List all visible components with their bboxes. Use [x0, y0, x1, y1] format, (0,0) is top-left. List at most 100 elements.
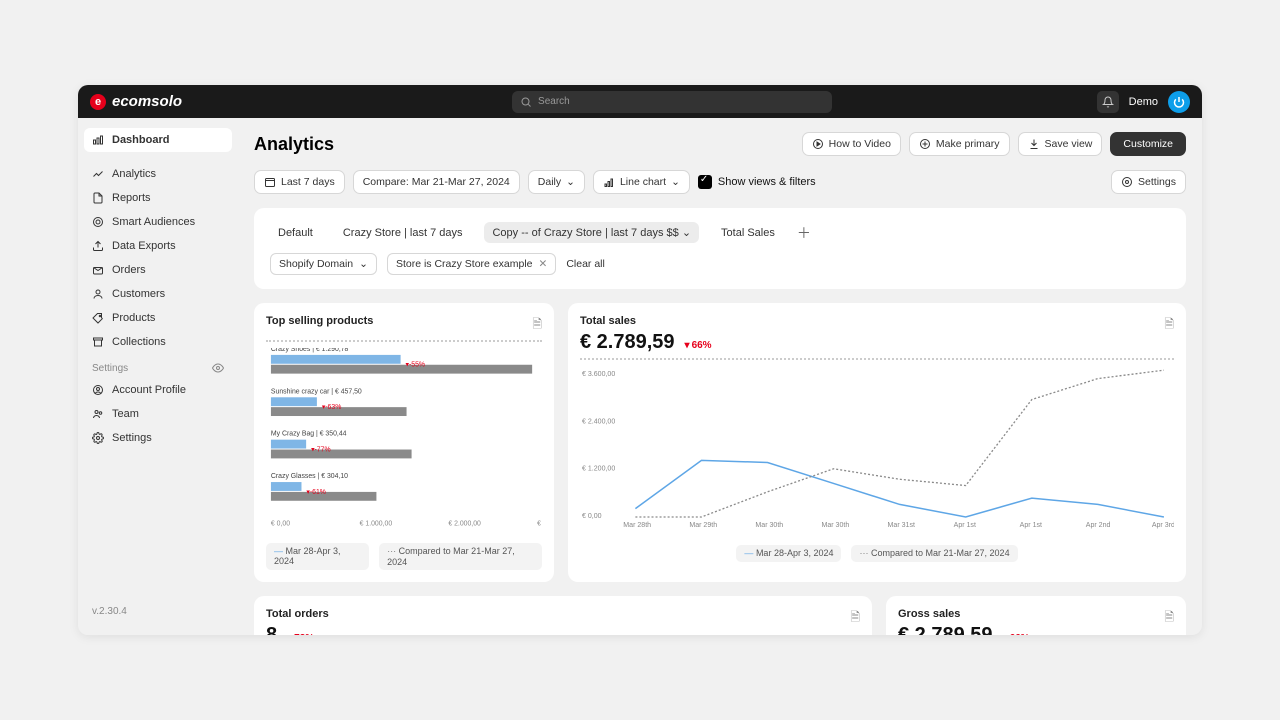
tag-icon — [92, 312, 104, 324]
search-placeholder: Search — [538, 96, 570, 107]
sidebar-item-label: Settings — [112, 432, 152, 444]
how-to-video-label: How to Video — [829, 138, 891, 150]
sidebar-item-label: Orders — [112, 264, 146, 276]
bell-icon — [1102, 96, 1114, 108]
metric-delta: 66% — [685, 340, 712, 351]
app-window: e ecomsolo Search Demo Dashboard Analyti… — [78, 85, 1202, 635]
svg-text:Apr 1st: Apr 1st — [954, 522, 976, 529]
sidebar-item-reports[interactable]: Reports — [84, 186, 232, 210]
topbar-right: Demo — [1097, 91, 1190, 113]
search-icon — [520, 96, 532, 108]
top-bar: e ecomsolo Search Demo — [78, 85, 1202, 118]
top-products-chart: Crazy Shoes | € 1.290,78 ▾-55% Sunshine cr… — [266, 348, 542, 535]
user-label[interactable]: Demo — [1129, 96, 1158, 108]
svg-text:Mar 30th: Mar 30th — [822, 522, 850, 529]
dashboard-icon — [92, 134, 104, 146]
customize-button[interactable]: Customize — [1110, 132, 1186, 156]
compare-label: Compare: Mar 21-Mar 27, 2024 — [363, 176, 510, 188]
notifications-button[interactable] — [1097, 91, 1119, 113]
close-icon[interactable]: ✕ — [539, 258, 548, 270]
sidebar-item-dashboard[interactable]: Dashboard — [84, 128, 232, 152]
add-tab-button[interactable]: ＋ — [797, 223, 811, 243]
archive-icon — [92, 336, 104, 348]
metric-value: € 2.789,59 — [580, 331, 675, 354]
chart-type-pill[interactable]: Line chart⌄ — [593, 170, 690, 194]
power-icon — [1173, 96, 1185, 108]
sidebar-item-label: Products — [112, 312, 155, 324]
svg-text:▾-55%: ▾-55% — [406, 362, 426, 369]
show-views-checkbox[interactable] — [698, 175, 712, 189]
svg-text:Mar 31st: Mar 31st — [888, 522, 915, 529]
gear-icon — [92, 432, 104, 444]
granularity-pill[interactable]: Daily⌄ — [528, 170, 585, 194]
search-input[interactable]: Search — [512, 91, 832, 113]
team-icon — [92, 408, 104, 420]
tab-copy-crazy-store[interactable]: Copy -- of Crazy Store | last 7 days $$ … — [484, 222, 699, 243]
tab-crazy-store[interactable]: Crazy Store | last 7 days — [335, 223, 471, 243]
views-panel: Default Crazy Store | last 7 days Copy -… — [254, 208, 1186, 289]
show-views-toggle[interactable]: Show views & filters — [698, 175, 816, 189]
svg-text:Apr 3rd: Apr 3rd — [1152, 522, 1174, 529]
sidebar-item-collections[interactable]: Collections — [84, 330, 232, 354]
show-views-label: Show views & filters — [718, 176, 816, 188]
svg-text:Sunshine crazy car | € 457,50: Sunshine crazy car | € 457,50 — [271, 388, 362, 395]
view-settings-label: Settings — [1138, 176, 1176, 188]
compare-pill[interactable]: Compare: Mar 21-Mar 27, 2024 — [353, 170, 520, 194]
line-chart-icon — [603, 176, 615, 188]
export-icon[interactable]: 🗎 — [532, 315, 542, 336]
card-total-sales: Total sales € 2.789,59 66% 🗎 € 3.600,00€… — [568, 303, 1186, 582]
how-to-video-button[interactable]: How to Video — [802, 132, 901, 156]
export-icon[interactable]: 🗎 — [850, 608, 860, 629]
sidebar-item-customers[interactable]: Customers — [84, 282, 232, 306]
user-avatar-power[interactable] — [1168, 91, 1190, 113]
view-settings-button[interactable]: Settings — [1111, 170, 1186, 194]
sidebar-item-settings[interactable]: Settings — [84, 426, 232, 450]
card-title: Top selling products — [266, 315, 373, 327]
period-pill[interactable]: Last 7 days — [254, 170, 345, 194]
svg-text:Crazy Shoes | € 1.290,78: Crazy Shoes | € 1.290,78 — [271, 348, 349, 353]
sidebar-item-products[interactable]: Products — [84, 306, 232, 330]
sidebar-item-analytics[interactable]: Analytics — [84, 162, 232, 186]
metric-delta: 66% — [1003, 633, 1030, 635]
sidebar-item-orders[interactable]: Orders — [84, 258, 232, 282]
download-icon — [1028, 138, 1040, 150]
export-icon[interactable]: 🗎 — [1164, 315, 1174, 336]
calendar-icon — [264, 176, 276, 188]
export-icon[interactable]: 🗎 — [1164, 608, 1174, 629]
gear-icon — [1121, 176, 1133, 188]
sidebar-item-label: Smart Audiences — [112, 216, 195, 228]
filter-chips: Shopify Domain⌄ Store is Crazy Store exa… — [270, 253, 1170, 275]
eye-icon[interactable] — [212, 362, 224, 374]
chip-shopify-domain[interactable]: Shopify Domain⌄ — [270, 253, 377, 275]
chip-label: Store is Crazy Store example — [396, 258, 533, 270]
sidebar-item-label: Dashboard — [112, 134, 169, 146]
clear-all-button[interactable]: Clear all — [566, 258, 605, 270]
metric-delta: 73% — [287, 633, 314, 635]
sidebar-item-label: Analytics — [112, 168, 156, 180]
chip-store-filter[interactable]: Store is Crazy Store example ✕ — [387, 253, 556, 275]
reports-icon — [92, 192, 104, 204]
sidebar-item-label: Data Exports — [112, 240, 176, 252]
chart-legend: ― Mar 28-Apr 3, 2024 ⋯ Compared to Mar 2… — [266, 543, 542, 570]
sidebar-item-exports[interactable]: Data Exports — [84, 234, 232, 258]
cards-row-2: Total orders 8 73% 🗎 12 Gross sales — [254, 596, 1186, 635]
tab-total-sales[interactable]: Total Sales — [713, 223, 783, 243]
upload-icon — [92, 240, 104, 252]
brand-logo-icon: e — [90, 94, 106, 110]
page-header: Analytics How to Video Make primary Save… — [254, 132, 1186, 156]
legend-compare: ⋯ Compared to Mar 21-Mar 27, 2024 — [851, 545, 1017, 562]
save-view-button[interactable]: Save view — [1018, 132, 1103, 156]
total-orders-value: 8 73% — [266, 624, 329, 635]
card-title: Total sales — [580, 315, 712, 327]
svg-text:Mar 28th: Mar 28th — [623, 522, 651, 529]
make-primary-button[interactable]: Make primary — [909, 132, 1010, 156]
svg-text:Apr 2nd: Apr 2nd — [1086, 522, 1111, 529]
sidebar-item-team[interactable]: Team — [84, 402, 232, 426]
sidebar-item-audiences[interactable]: Smart Audiences — [84, 210, 232, 234]
sidebar-item-label: Collections — [112, 336, 166, 348]
legend-compare: ⋯ Compared to Mar 21-Mar 27, 2024 — [379, 543, 542, 570]
sidebar-item-account[interactable]: Account Profile — [84, 378, 232, 402]
cards-row-1: Top selling products 🗎 Crazy Shoes | € 1… — [254, 303, 1186, 582]
chart-type-label: Line chart — [620, 176, 666, 188]
tab-default[interactable]: Default — [270, 223, 321, 243]
